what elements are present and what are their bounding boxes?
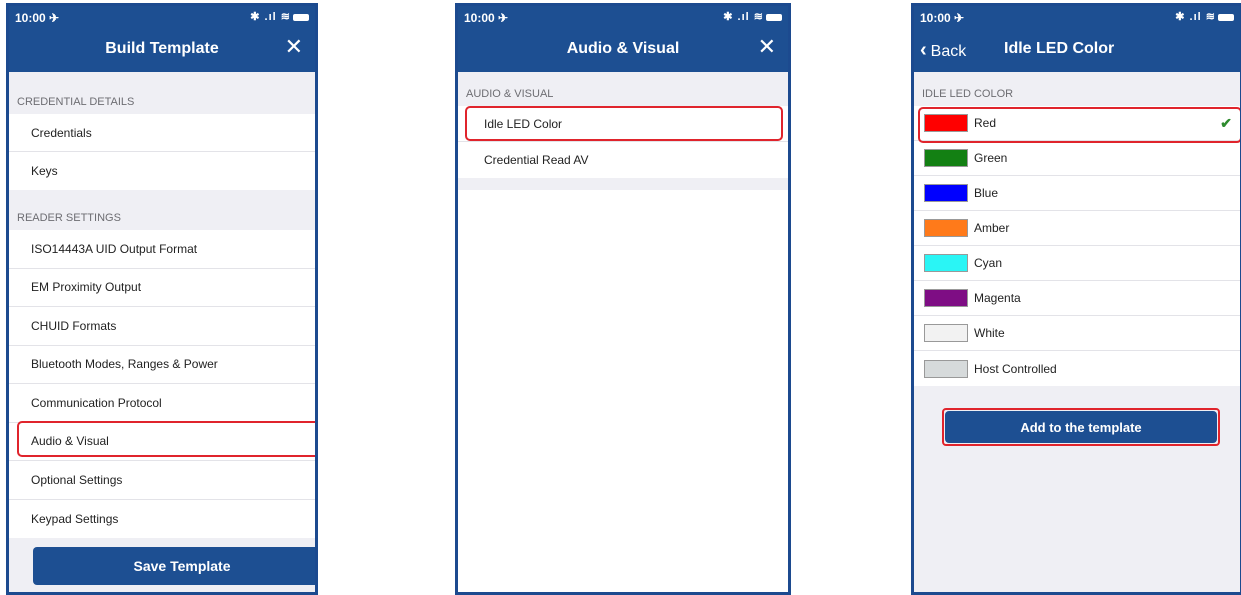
close-icon[interactable]: ✕ [285,36,303,58]
color-option-magenta[interactable]: Magenta [914,281,1240,316]
color-label: Cyan [974,256,1003,270]
back-button[interactable]: ‹ Back [920,39,966,62]
swatch-white [924,324,968,342]
status-time: 10:00 ✈ [920,11,965,25]
page-title: Build Template [105,40,219,57]
back-label: Back [930,43,967,60]
list-item-keys[interactable]: Keys [9,152,315,190]
color-option-cyan[interactable]: Cyan [914,246,1240,281]
signal-icon: ✱ .ıl ≋ [250,11,291,23]
settings-list: CREDENTIAL DETAILS Credentials Keys READ… [9,72,315,592]
swatch-blue [924,184,968,202]
color-label: Host Controlled [974,361,1057,376]
battery-icon [293,13,309,21]
nav-bar: 10:00 ✈ ✱ .ıl ≋ Audio & Visual ✕ [458,6,788,72]
color-label: White [974,326,1005,340]
battery-icon [1218,13,1234,21]
color-option-green[interactable]: Green [914,141,1240,176]
phone-audio-visual: 10:00 ✈ ✱ .ıl ≋ Audio & Visual ✕ AUDIO &… [455,3,791,595]
color-option-blue[interactable]: Blue [914,176,1240,211]
swatch-cyan [924,254,968,272]
color-option-host-controlled[interactable]: Host Controlled [914,351,1240,386]
save-template-button[interactable]: Save Template [33,547,315,585]
page-title: Audio & Visual [566,40,680,57]
highlight-box [918,107,1240,143]
status-bar: 10:00 ✈ ✱ .ıl ≋ [914,6,1240,30]
section-header-audio-visual: AUDIO & VISUAL [458,72,788,106]
nav-bar: 10:00 ✈ ✱ .ıl ≋ ‹ Back Idle LED Color [914,6,1240,72]
phone-build-template: 10:00 ✈ ✱ .ıl ≋ Build Template ✕ CREDENT… [6,3,318,595]
status-bar: 10:00 ✈ ✱ .ıl ≋ [458,6,788,30]
swatch-amber [924,219,968,237]
color-label: Green [974,151,1008,165]
swatch-host-controlled [924,359,968,378]
add-to-template-button[interactable]: Add to the template [945,411,1217,443]
signal-icon: ✱ .ıl ≋ [723,11,764,23]
swatch-green [924,149,968,167]
section-header-credential-details: CREDENTIAL DETAILS [9,72,315,114]
color-option-white[interactable]: White [914,316,1240,351]
list-footer [458,178,788,190]
highlight-box [17,421,315,457]
list-item-bluetooth-modes[interactable]: Bluetooth Modes, Ranges & Power [9,345,315,384]
battery-icon [766,13,782,21]
color-label: Amber [974,221,1010,235]
status-icons: ✱ .ıl ≋ [723,10,782,23]
close-icon[interactable]: ✕ [758,36,776,58]
phone-idle-led-color: 10:00 ✈ ✱ .ıl ≋ ‹ Back Idle LED Color IDL… [911,3,1241,595]
section-header-reader-settings: READER SETTINGS [9,190,315,230]
status-icons: ✱ .ıl ≋ [1175,10,1234,23]
color-option-amber[interactable]: Amber [914,211,1240,246]
page-title: Idle LED Color [1004,40,1115,57]
swatch-magenta [924,289,968,307]
list-item-uid-output-format[interactable]: ISO14443A UID Output Format [9,230,315,269]
list-item-optional-settings[interactable]: Optional Settings [9,461,315,500]
status-time: 10:00 ✈ [464,11,509,25]
color-label: Magenta [974,291,1021,305]
chevron-left-icon: ‹ [920,39,927,61]
status-time: 10:00 ✈ [15,11,60,25]
list-item-em-proximity-output[interactable]: EM Proximity Output [9,268,315,307]
highlight-box [465,106,783,141]
list-item-credential-read-av[interactable]: Credential Read AV [458,142,788,178]
list-item-credentials[interactable]: Credentials [9,114,315,152]
settings-list: AUDIO & VISUAL Idle LED Color Credential… [458,72,788,592]
color-label: Blue [974,186,999,200]
list-item-keypad-settings[interactable]: Keypad Settings [9,499,315,538]
list-item-communication-protocol[interactable]: Communication Protocol [9,384,315,423]
signal-icon: ✱ .ıl ≋ [1175,11,1216,23]
section-header-idle-led-color: IDLE LED COLOR [914,72,1240,106]
status-icons: ✱ .ıl ≋ [250,10,309,23]
color-list: IDLE LED COLOR Red ✔ Green Blue Amber Cy… [914,72,1240,592]
list-item-chuid-formats[interactable]: CHUID Formats [9,307,315,346]
status-bar: 10:00 ✈ ✱ .ıl ≋ [9,6,315,30]
nav-bar: 10:00 ✈ ✱ .ıl ≋ Build Template ✕ [9,6,315,72]
